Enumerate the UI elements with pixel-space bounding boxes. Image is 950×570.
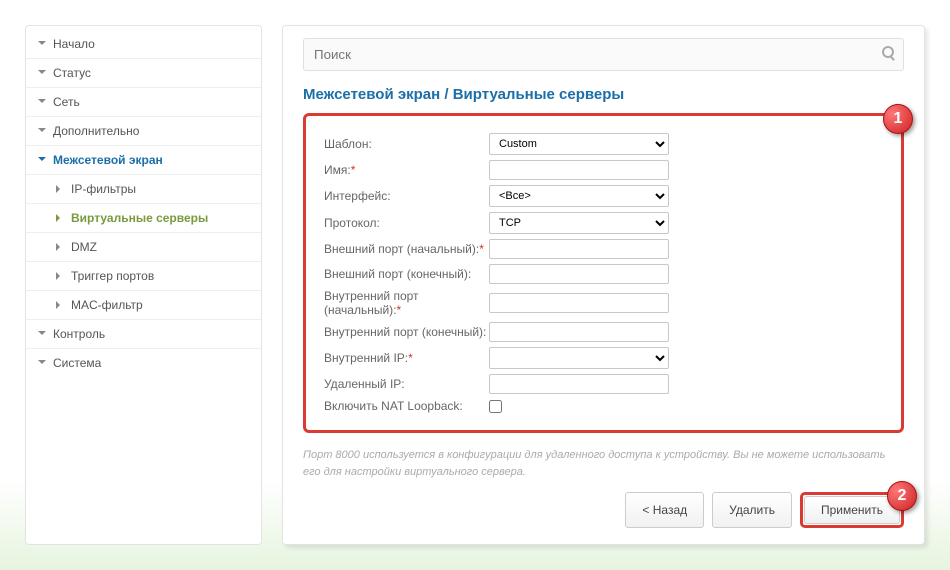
nav-label: Система xyxy=(53,356,101,370)
intport-end-label: Внутренний порт (конечный): xyxy=(324,325,489,339)
annotation-badge-2: 2 xyxy=(887,481,917,511)
breadcrumb: Межсетевой экран / Виртуальные серверы xyxy=(303,86,904,103)
nav-ipfilters[interactable]: IP-фильтры xyxy=(26,175,261,204)
chevron-down-icon xyxy=(38,128,46,136)
chevron-right-icon xyxy=(56,272,64,280)
template-select[interactable]: Custom xyxy=(489,133,669,155)
delete-button[interactable]: Удалить xyxy=(712,492,792,528)
chevron-down-icon xyxy=(38,41,46,49)
extport-end-input[interactable] xyxy=(489,264,669,284)
remote-ip-input[interactable] xyxy=(489,374,669,394)
nav-system[interactable]: Система xyxy=(26,349,261,377)
crumb-parent: Межсетевой экран xyxy=(303,86,440,103)
nav-label: Сеть xyxy=(53,95,80,109)
nav-vservers[interactable]: Виртуальные серверы xyxy=(26,204,261,233)
nav-label: Контроль xyxy=(53,327,105,341)
extport-start-input[interactable] xyxy=(489,239,669,259)
remote-ip-label: Удаленный IP: xyxy=(324,377,489,391)
internal-ip-select[interactable] xyxy=(489,347,669,369)
nav-status[interactable]: Статус xyxy=(26,59,261,88)
extport-start-label: Внешний порт (начальный):* xyxy=(324,242,489,256)
nav-label: IP-фильтры xyxy=(71,182,136,196)
protocol-select[interactable]: TCP xyxy=(489,212,669,234)
search-icon xyxy=(882,46,896,60)
nat-loopback-checkbox[interactable] xyxy=(489,400,502,413)
crumb-sep: / xyxy=(440,86,453,103)
chevron-down-icon xyxy=(38,99,46,107)
interface-label: Интерфейс: xyxy=(324,189,489,203)
info-note: Порт 8000 используется в конфигурации дл… xyxy=(303,447,904,480)
apply-highlight: Применить 2 xyxy=(800,492,904,528)
nav-ptrigger[interactable]: Триггер портов xyxy=(26,262,261,291)
nav-label: Виртуальные серверы xyxy=(71,211,208,225)
nav-label: Статус xyxy=(53,66,91,80)
nav-label: Начало xyxy=(53,37,95,51)
nav-label: Дополнительно xyxy=(53,124,139,138)
nav-dmz[interactable]: DMZ xyxy=(26,233,261,262)
chevron-down-icon xyxy=(38,157,46,165)
intport-end-input[interactable] xyxy=(489,322,669,342)
interface-select[interactable]: <Все> xyxy=(489,185,669,207)
nav-label: MAC-фильтр xyxy=(71,298,143,312)
crumb-current: Виртуальные серверы xyxy=(453,86,625,103)
extport-end-label: Внешний порт (конечный): xyxy=(324,267,489,281)
chevron-right-icon xyxy=(56,301,64,309)
nav-firewall[interactable]: Межсетевой экран xyxy=(26,146,261,175)
search-input[interactable] xyxy=(303,38,904,71)
annotation-badge-1: 1 xyxy=(883,104,913,134)
name-input[interactable] xyxy=(489,160,669,180)
chevron-down-icon xyxy=(38,360,46,368)
internal-ip-label: Внутренний IP:* xyxy=(324,351,489,365)
button-bar: < Назад Удалить Применить 2 xyxy=(303,492,904,528)
nav-macfilter[interactable]: MAC-фильтр xyxy=(26,291,261,320)
intport-start-input[interactable] xyxy=(489,293,669,313)
form-container: 1 Шаблон:Custom Имя:* Интерфейс:<Все> Пр… xyxy=(303,113,904,433)
chevron-down-icon xyxy=(38,331,46,339)
nav-label: DMZ xyxy=(71,240,97,254)
nav-network[interactable]: Сеть xyxy=(26,88,261,117)
template-label: Шаблон: xyxy=(324,137,489,151)
back-button[interactable]: < Назад xyxy=(625,492,704,528)
chevron-right-icon xyxy=(56,214,64,222)
name-label: Имя:* xyxy=(324,163,489,177)
chevron-down-icon xyxy=(38,70,46,78)
nav-label: Межсетевой экран xyxy=(53,153,163,167)
sidebar: Начало Статус Сеть Дополнительно Межсете… xyxy=(25,25,262,545)
nav-control[interactable]: Контроль xyxy=(26,320,261,349)
chevron-right-icon xyxy=(56,243,64,251)
nav-advanced[interactable]: Дополнительно xyxy=(26,117,261,146)
apply-button[interactable]: Применить xyxy=(804,496,900,524)
nat-loopback-label: Включить NAT Loopback: xyxy=(324,399,489,413)
intport-start-label: Внутренний порт (начальный):* xyxy=(324,289,489,317)
chevron-right-icon xyxy=(56,185,64,193)
nav-home[interactable]: Начало xyxy=(26,30,261,59)
nav-label: Триггер портов xyxy=(71,269,154,283)
protocol-label: Протокол: xyxy=(324,216,489,230)
main-panel: Межсетевой экран / Виртуальные серверы 1… xyxy=(282,25,925,545)
